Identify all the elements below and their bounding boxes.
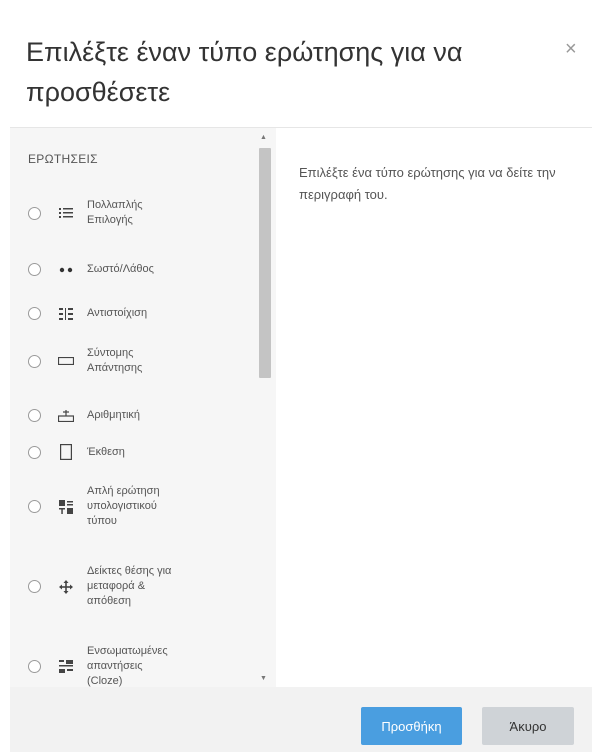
description-panel: Επιλέξτε ένα τύπο ερώτησης για να δείτε … bbox=[276, 128, 592, 688]
radio-match[interactable] bbox=[28, 307, 41, 320]
add-button[interactable]: Προσθήκη bbox=[361, 707, 462, 745]
cancel-button[interactable]: Άκυρο bbox=[482, 707, 574, 745]
true-false-icon bbox=[55, 267, 77, 273]
calculated-simple-icon bbox=[55, 499, 77, 514]
option-multichoice[interactable]: Πολλαπλής Επιλογής bbox=[28, 198, 253, 228]
option-ddmarker[interactable]: Δείκτες θέσης για μεταφορά & απόθεση bbox=[28, 564, 253, 609]
option-label: Απλή ερώτηση υπολογιστικού τύπου bbox=[87, 485, 160, 527]
radio-ddmarker[interactable] bbox=[28, 580, 41, 593]
description-text: Επιλέξτε ένα τύπο ερώτησης για να δείτε … bbox=[299, 165, 556, 202]
matching-icon bbox=[55, 307, 77, 320]
option-label: Πολλαπλής Επιλογής bbox=[87, 199, 143, 226]
option-label: Έκθεση bbox=[87, 445, 125, 458]
option-calculatedsimple[interactable]: Απλή ερώτηση υπολογιστικού τύπου bbox=[28, 484, 253, 529]
numerical-icon bbox=[55, 409, 77, 422]
question-type-list: ΕΡΩΤΗΣΕΙΣ Πολλαπλής Επιλογής Σωστό/Λάθος… bbox=[10, 128, 276, 688]
option-label: Σύντομης Απάντησης bbox=[87, 347, 143, 374]
section-label: ΕΡΩΤΗΣΕΙΣ bbox=[28, 152, 98, 166]
radio-shortanswer[interactable] bbox=[28, 354, 41, 368]
option-label: Ενσωματωμένες απαντήσεις (Cloze) bbox=[87, 645, 168, 687]
option-truefalse[interactable]: Σωστό/Λάθος bbox=[28, 262, 253, 277]
scroll-down-icon[interactable]: ▼ bbox=[260, 675, 267, 682]
drag-drop-markers-icon bbox=[55, 579, 77, 594]
radio-calculatedsimple[interactable] bbox=[28, 500, 41, 513]
radio-truefalse[interactable] bbox=[28, 263, 41, 276]
option-label: Αντιστοίχιση bbox=[87, 307, 148, 319]
multiple-choice-icon bbox=[55, 207, 77, 219]
scrollbar-thumb[interactable] bbox=[259, 148, 271, 378]
option-label: Δείκτες θέσης για μεταφορά & απόθεση bbox=[87, 565, 172, 607]
essay-icon bbox=[55, 444, 77, 460]
cloze-icon bbox=[55, 659, 77, 674]
option-essay[interactable]: Έκθεση bbox=[28, 444, 253, 460]
option-label: Αριθμητική bbox=[87, 409, 141, 421]
close-icon[interactable]: × bbox=[565, 38, 577, 61]
radio-multianswer[interactable] bbox=[28, 660, 41, 673]
short-answer-icon bbox=[55, 357, 77, 365]
radio-essay[interactable] bbox=[28, 445, 41, 459]
scroll-up-icon[interactable]: ▲ bbox=[260, 134, 267, 141]
option-multianswer[interactable]: Ενσωματωμένες απαντήσεις (Cloze) bbox=[28, 644, 253, 688]
dialog-title: Επιλέξτε έναν τύπο ερώτησης για να προσθ… bbox=[26, 37, 463, 107]
dialog-footer: Προσθήκη Άκυρο bbox=[10, 687, 592, 752]
option-numerical[interactable]: Αριθμητική bbox=[28, 408, 253, 423]
option-label: Σωστό/Λάθος bbox=[87, 263, 154, 275]
option-shortanswer[interactable]: Σύντομης Απάντησης bbox=[28, 346, 253, 376]
list-scrollbar[interactable]: ▲ ▼ bbox=[257, 134, 271, 682]
option-match[interactable]: Αντιστοίχιση bbox=[28, 306, 253, 321]
dialog-body: ΕΡΩΤΗΣΕΙΣ Πολλαπλής Επιλογής Σωστό/Λάθος… bbox=[10, 127, 592, 688]
radio-numerical[interactable] bbox=[28, 409, 41, 422]
radio-multichoice[interactable] bbox=[28, 206, 41, 220]
